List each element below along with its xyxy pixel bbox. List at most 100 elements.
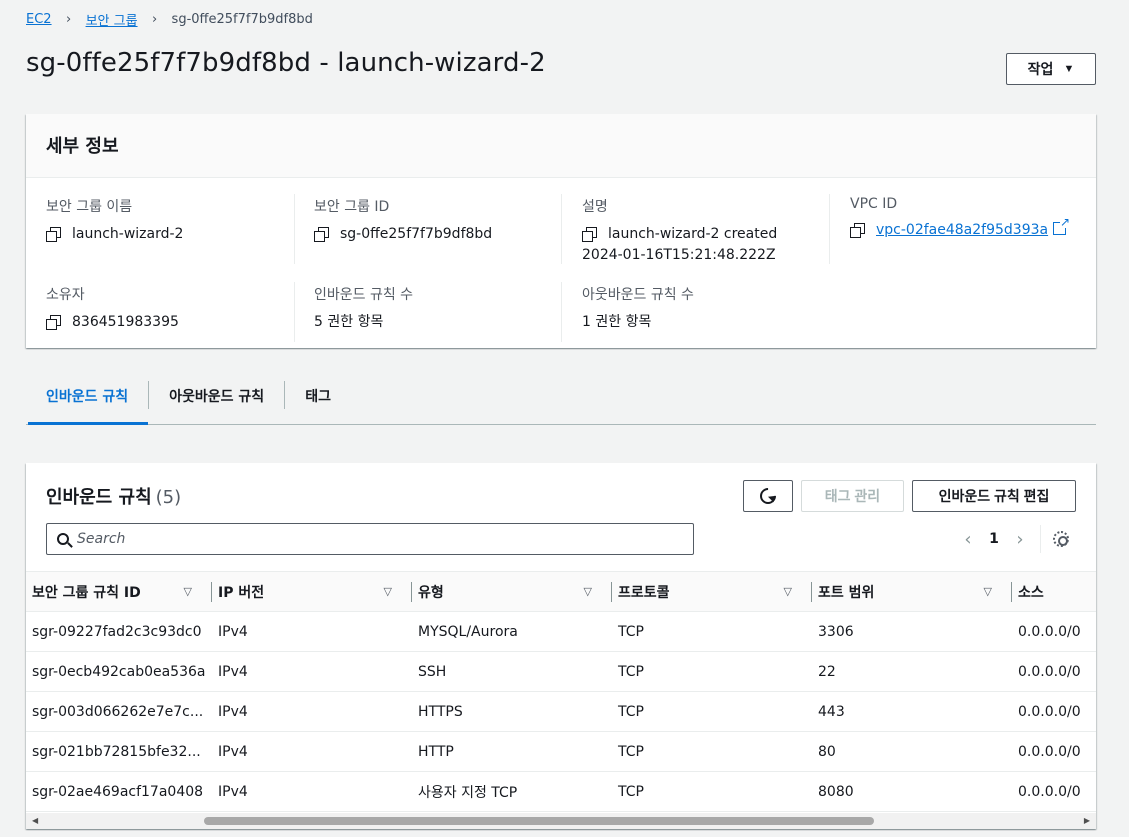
- table-cell: 22: [812, 651, 1012, 692]
- table-row[interactable]: sgr-003d066262e7e7c... IPv4 HTTPS TCP 44…: [26, 691, 1096, 732]
- rules-title-text: 인바운드 규칙: [46, 487, 152, 508]
- table-row[interactable]: sgr-02ae469acf17a0408 IPv4 사용자 지정 TCP TC…: [26, 771, 1096, 812]
- table-cell: sgr-0ecb492cab0ea536a: [26, 651, 212, 692]
- sort-icon[interactable]: ▽: [184, 585, 192, 598]
- divider: [829, 194, 830, 264]
- table-cell: IPv4: [212, 691, 412, 732]
- sg-id-field: 보안 그룹 ID sg-0ffe25f7f7b9df8bd: [314, 196, 492, 245]
- column-header-label: IP 버전: [218, 584, 265, 601]
- table-cell: HTTP: [412, 731, 612, 772]
- sort-icon[interactable]: ▽: [384, 585, 392, 598]
- description-label: 설명: [582, 199, 608, 215]
- table-header-row: 보안 그룹 규칙 ID ▽ IP 버전 ▽ 유형 ▽ 프로토콜 ▽ 포트 범위 ▽ 소스: [26, 571, 1096, 612]
- table-cell: IPv4: [212, 651, 412, 692]
- breadcrumb-ec2-link[interactable]: EC2: [26, 12, 52, 27]
- table-cell: TCP: [612, 611, 812, 652]
- table-cell: sgr-003d066262e7e7c...: [26, 691, 212, 732]
- column-header[interactable]: 프로토콜 ▽: [612, 572, 812, 612]
- copy-icon[interactable]: [850, 223, 865, 238]
- refresh-icon: [756, 484, 780, 508]
- table-row[interactable]: sgr-09227fad2c3c93dc0 IPv4 MYSQL/Aurora …: [26, 611, 1096, 652]
- outbound-count-field: 아웃바운드 규칙 수 1 권한 항목: [582, 284, 694, 333]
- rules-table: 보안 그룹 규칙 ID ▽ IP 버전 ▽ 유형 ▽ 프로토콜 ▽ 포트 범위 ▽ 소스 …: [26, 571, 1096, 812]
- table-cell: IPv4: [212, 731, 412, 772]
- actions-label: 작업: [1027, 61, 1054, 77]
- scrollbar-thumb[interactable]: [204, 817, 874, 825]
- horizontal-scrollbar[interactable]: ◀ ▶: [26, 813, 1096, 829]
- inbound-count-value: 5 권한 항목: [314, 314, 384, 330]
- copy-icon[interactable]: [314, 227, 329, 242]
- table-cell: 3306: [812, 611, 1012, 652]
- table-cell: 0.0.0.0/0: [1012, 691, 1096, 732]
- sg-name-field: 보안 그룹 이름 launch-wizard-2: [46, 196, 183, 245]
- search-box: [46, 523, 694, 555]
- owner-label: 소유자: [46, 287, 85, 303]
- outbound-count-value: 1 권한 항목: [582, 314, 652, 330]
- table-cell: TCP: [612, 771, 812, 812]
- table-cell: sgr-09227fad2c3c93dc0: [26, 611, 212, 652]
- page-title: sg-0ffe25f7f7b9df8bd - launch-wizard-2: [26, 48, 546, 78]
- inbound-count-label: 인바운드 규칙 수: [314, 287, 414, 303]
- description-line2: 2024-01-16T15:21:48.222Z: [582, 247, 776, 263]
- copy-icon[interactable]: [46, 315, 61, 330]
- column-header-label: 포트 범위: [818, 584, 875, 601]
- gear-icon[interactable]: [1053, 531, 1069, 547]
- column-header[interactable]: 포트 범위 ▽: [812, 572, 1012, 612]
- external-link-icon[interactable]: [1053, 216, 1071, 235]
- table-row[interactable]: sgr-0ecb492cab0ea536a IPv4 SSH TCP 22 0.…: [26, 651, 1096, 692]
- page-prev-button[interactable]: ‹: [956, 529, 980, 550]
- edit-inbound-rules-button[interactable]: 인바운드 규칙 편집: [912, 480, 1076, 512]
- table-cell: 0.0.0.0/0: [1012, 771, 1096, 812]
- search-input[interactable]: [77, 531, 677, 547]
- divider: [294, 282, 295, 342]
- vpc-id-link[interactable]: vpc-02fae48a2f95d393a: [876, 222, 1048, 238]
- tab-list: 인바운드 규칙 아웃바운드 규칙 태그: [26, 376, 1096, 425]
- tab-inbound-rules[interactable]: 인바운드 규칙: [26, 376, 149, 425]
- refresh-button[interactable]: [743, 480, 793, 512]
- column-header-label: 프로토콜: [618, 584, 670, 601]
- divider: [1040, 525, 1041, 553]
- vpc-id-label: VPC ID: [850, 196, 898, 212]
- caret-down-icon: ▼: [1063, 63, 1075, 75]
- copy-icon[interactable]: [582, 227, 597, 242]
- actions-dropdown-button[interactable]: 작업 ▼: [1006, 53, 1096, 85]
- column-header-label: 유형: [418, 584, 444, 601]
- column-header[interactable]: IP 버전 ▽: [212, 572, 412, 612]
- table-cell: sgr-02ae469acf17a0408: [26, 771, 212, 812]
- inbound-count-field: 인바운드 규칙 수 5 권한 항목: [314, 284, 413, 333]
- table-cell: 0.0.0.0/0: [1012, 611, 1096, 652]
- tab-outbound-rules[interactable]: 아웃바운드 규칙: [149, 376, 284, 424]
- breadcrumb: EC2 › 보안 그룹 › sg-0ffe25f7f7b9df8bd: [26, 9, 313, 29]
- sg-name-label: 보안 그룹 이름: [46, 199, 133, 215]
- tab-tags[interactable]: 태그: [285, 376, 351, 424]
- table-cell: IPv4: [212, 611, 412, 652]
- manage-tags-button[interactable]: 태그 관리: [801, 480, 904, 512]
- owner-value: 836451983395: [72, 314, 179, 330]
- column-header[interactable]: 유형 ▽: [412, 572, 612, 612]
- table-cell: TCP: [612, 731, 812, 772]
- copy-icon[interactable]: [46, 227, 61, 242]
- description-line1: launch-wizard-2 created: [608, 226, 778, 242]
- column-header[interactable]: 소스: [1012, 572, 1096, 612]
- table-row[interactable]: sgr-021bb72815bfe32... IPv4 HTTP TCP 80 …: [26, 731, 1096, 772]
- table-cell: 80: [812, 731, 1012, 772]
- divider: [561, 282, 562, 342]
- page-next-button[interactable]: ›: [1008, 529, 1032, 550]
- column-header[interactable]: 보안 그룹 규칙 ID ▽: [26, 572, 212, 612]
- scroll-left-icon[interactable]: ◀: [32, 816, 38, 825]
- scroll-right-icon[interactable]: ▶: [1084, 816, 1090, 825]
- chevron-right-icon: ›: [65, 11, 72, 27]
- sort-icon[interactable]: ▽: [984, 585, 992, 598]
- table-cell: MYSQL/Aurora: [412, 611, 612, 652]
- description-field: 설명 launch-wizard-2 created 2024-01-16T15…: [582, 196, 777, 266]
- rules-count: (5): [155, 487, 182, 508]
- sort-icon[interactable]: ▽: [584, 585, 592, 598]
- column-header-label: 보안 그룹 규칙 ID: [32, 584, 141, 601]
- table-cell: 0.0.0.0/0: [1012, 651, 1096, 692]
- breadcrumb-security-groups-link[interactable]: 보안 그룹: [86, 10, 138, 29]
- sort-icon[interactable]: ▽: [784, 585, 792, 598]
- column-header-label: 소스: [1018, 584, 1044, 601]
- page-number[interactable]: 1: [980, 531, 1008, 547]
- table-cell: TCP: [612, 651, 812, 692]
- table-cell: TCP: [612, 691, 812, 732]
